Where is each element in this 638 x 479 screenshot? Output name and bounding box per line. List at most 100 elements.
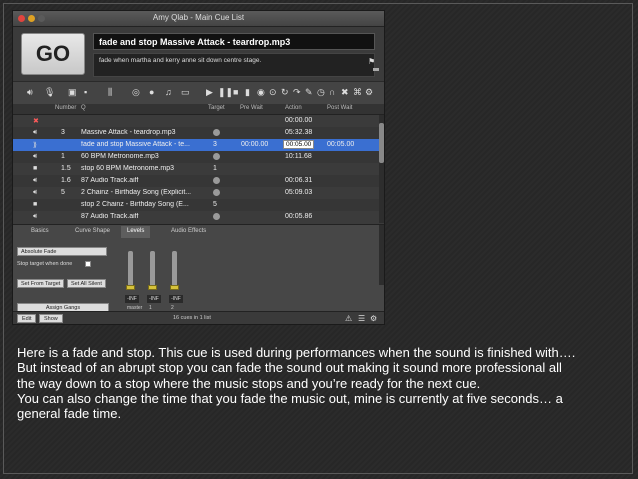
table-row[interactable]: 🔊︎ 1 60 BPM Metronome.mp3 10:11.68 <box>13 151 384 163</box>
stop-target-label: Stop target when done <box>17 261 73 267</box>
tab-levels[interactable]: Levels <box>121 226 151 238</box>
window-title: Amy Qlab - Main Cue List <box>152 13 245 22</box>
settings-gear-icon[interactable]: ⚙ <box>370 314 377 323</box>
fade-type-select[interactable]: Absolute Fade <box>17 247 107 256</box>
circle-icon[interactable]: ● <box>149 86 154 98</box>
cue-number: 5 <box>61 189 65 196</box>
pause-icon[interactable]: ❚❚ <box>218 86 233 98</box>
cue-action: 00:05.86 <box>285 213 313 220</box>
target-indicator-icon <box>213 213 220 220</box>
slide-caption: Here is a fade and stop. This cue is use… <box>17 345 577 421</box>
audio-cue-icon: 🔊︎ <box>33 129 38 136</box>
camera-icon[interactable]: ▪ <box>84 86 87 98</box>
group-icon[interactable]: ▭ <box>181 86 190 98</box>
cue-number: 1.5 <box>61 165 71 172</box>
fader-value[interactable]: -INF <box>147 295 161 303</box>
edit-mode-button[interactable]: Edit <box>17 314 37 323</box>
tab-curve-shape[interactable]: Curve Shape <box>69 226 116 238</box>
mic-icon[interactable]: 🎙︎ <box>44 86 55 98</box>
fader-knob[interactable] <box>126 285 135 290</box>
action-time-input[interactable]: 00:05.00 <box>283 140 315 149</box>
goto-icon[interactable]: ⊙ <box>269 86 277 98</box>
fader-track[interactable] <box>128 251 133 289</box>
header-pre-wait[interactable]: Pre Wait <box>240 105 263 111</box>
record-icon[interactable]: ◉ <box>257 86 265 98</box>
header-target[interactable]: Target <box>208 105 225 111</box>
fade-settings-panel: Absolute Fade Stop target when done Set … <box>17 241 121 312</box>
target-icon[interactable]: ◎ <box>132 86 140 98</box>
tab-audio-effects[interactable]: Audio Effects <box>165 226 212 238</box>
cue-action: 10:11.68 <box>285 153 312 160</box>
play-icon[interactable]: ▶ <box>206 86 213 98</box>
table-row[interactable]: ⟫ fade and stop Massive Attack - te... 3 00… <box>13 139 384 151</box>
headphone-icon[interactable]: ∩ <box>329 86 335 98</box>
cue-name: 87 Audio Track.aiff <box>81 213 139 220</box>
cue-number: 1.6 <box>61 177 71 184</box>
tab-basics[interactable]: Basics <box>25 226 55 238</box>
cmd-icon[interactable]: ⌘ <box>353 86 362 98</box>
audio-cue-icon: 🔊︎ <box>33 153 38 160</box>
table-row[interactable]: 🔊︎ 5 2 Chainz - Birthday Song (Explicit...… <box>13 187 384 199</box>
table-row[interactable]: ✖ 00:00.00 <box>13 115 384 127</box>
fade-cue-icon: ⟫ <box>33 142 37 149</box>
arc-icon[interactable]: ↷ <box>293 86 301 98</box>
cue-name: Massive Attack - teardrop.mp3 <box>81 129 176 136</box>
fader-icon[interactable]: ⫼ <box>108 86 112 98</box>
cue-name: fade and stop Massive Attack - te... <box>81 141 190 148</box>
cue-pre-wait: 00:00.00 <box>241 141 269 148</box>
stop-icon[interactable]: ■ <box>233 86 238 98</box>
x-icon[interactable]: ✖ <box>341 86 349 98</box>
table-row[interactable]: 🔊︎ 3 Massive Attack - teardrop.mp3 05:32.38 <box>13 127 384 139</box>
warning-icon[interactable]: ⚠ <box>345 314 352 323</box>
inspector-scrollbar[interactable] <box>379 225 384 285</box>
cue-action: 00:06.31 <box>285 177 313 184</box>
table-row[interactable]: 🔊︎ 1.6 87 Audio Track.aiff 00:06.31 <box>13 175 384 187</box>
cue-action: 05:32.38 <box>285 129 313 136</box>
audio-icon[interactable]: 🔊︎ <box>27 86 33 98</box>
set-from-target-button[interactable]: Set From Target <box>17 279 65 288</box>
target-indicator-icon <box>213 177 220 184</box>
table-row[interactable]: ■ 1.5 stop 60 BPM Metronome.mp3 1 <box>13 163 384 175</box>
cue-notes-field[interactable]: fade when martha and kerry anne sit down… <box>93 53 375 77</box>
fader-knob[interactable] <box>148 285 157 290</box>
cue-target: 3 <box>213 141 217 148</box>
gear-icon[interactable]: ⚙ <box>365 86 373 98</box>
fader-value[interactable]: -INF <box>125 295 139 303</box>
audio-cue-icon: 🔊︎ <box>33 177 38 184</box>
cue-toolbar: 🔊︎ 🎙︎ ▣ ▪ ⫼ ◎ ● ♫ ▭ ▶ ❚❚ ■ ▮ ◉ ⊙ ↻ ↷ ✎ ◷… <box>13 81 384 105</box>
remove-icon: ✖ <box>33 118 39 125</box>
header-post-wait[interactable]: Post Wait <box>327 105 352 111</box>
cue-name: 87 Audio Track.aiff <box>81 177 139 184</box>
show-mode-button[interactable]: Show <box>39 314 63 323</box>
table-row[interactable]: ■ stop 2 Chainz - Birthday Song (E... 5 <box>13 199 384 211</box>
fader-knob[interactable] <box>170 285 179 290</box>
stop-target-checkbox[interactable] <box>85 261 91 267</box>
target-indicator-icon <box>213 153 220 160</box>
go-button[interactable]: GO <box>21 33 85 75</box>
load-icon[interactable]: ▮ <box>245 86 250 98</box>
music-icon[interactable]: ♫ <box>165 86 172 98</box>
list-icon[interactable]: ☰ <box>358 314 365 323</box>
flag-icon[interactable]: ⚑ <box>368 57 375 66</box>
header-action[interactable]: Action <box>285 105 302 111</box>
fader-value[interactable]: -INF <box>169 295 183 303</box>
clock-icon[interactable]: ◷ <box>317 86 325 98</box>
fader-track[interactable] <box>172 251 177 289</box>
cue-list-scroll-thumb[interactable] <box>379 123 384 163</box>
fader-track[interactable] <box>150 251 155 289</box>
refresh-icon[interactable]: ↻ <box>281 86 289 98</box>
current-cue-title: fade and stop Massive Attack - teardrop.… <box>93 33 375 50</box>
notes-scroll-icon <box>373 68 379 71</box>
stop-cue-icon: ■ <box>33 201 38 208</box>
table-header: Number Q Target Pre Wait Action Post Wai… <box>13 104 384 115</box>
table-row[interactable]: 🔊︎ 87 Audio Track.aiff 00:05.86 <box>13 211 384 223</box>
header-number[interactable]: Number <box>55 105 76 111</box>
cue-number: 3 <box>61 129 65 136</box>
header-q[interactable]: Q <box>81 105 86 111</box>
wrench-icon[interactable]: ✎ <box>305 86 313 98</box>
video-icon[interactable]: ▣ <box>68 86 77 98</box>
inspector-panel: Basics Curve Shape Levels Audio Effects … <box>13 224 384 313</box>
title-bar: Amy Qlab - Main Cue List <box>13 11 384 27</box>
set-all-silent-button[interactable]: Set All Silent <box>67 279 106 288</box>
caption-paragraph-1: Here is a fade and stop. This cue is use… <box>17 345 576 391</box>
